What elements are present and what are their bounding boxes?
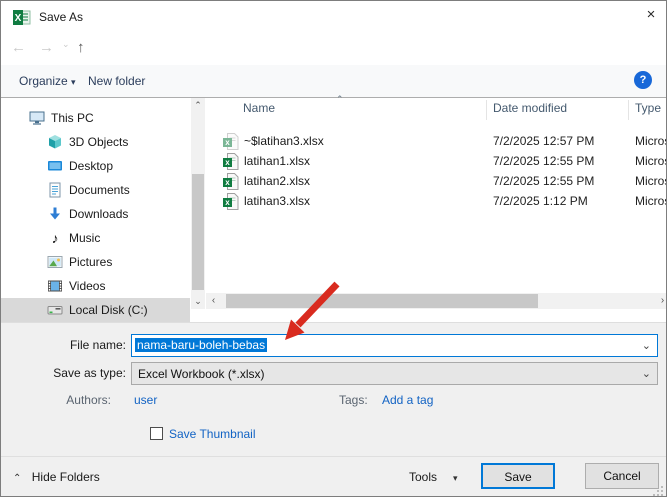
file-row-latihan2[interactable]: x latihan2.xlsx 7/2/2025 12:55 PM Micros bbox=[206, 171, 666, 193]
authors-label: Authors: bbox=[66, 393, 111, 407]
content-area: This PC 3D Objects Desktop Documents Dow… bbox=[1, 94, 666, 323]
footer-bar: ⌃ Hide Folders Tools ▾ Save Cancel bbox=[1, 456, 666, 496]
download-arrow-icon bbox=[47, 206, 63, 222]
sidebar-item-local-disk-c[interactable]: Local Disk (C:) bbox=[1, 298, 190, 322]
save-thumbnail-checkbox[interactable] bbox=[150, 427, 163, 440]
excel-file-icon: x bbox=[223, 133, 239, 153]
save-as-type-label: Save as type: bbox=[53, 366, 126, 380]
sidebar-item-3d-objects[interactable]: 3D Objects bbox=[1, 130, 190, 154]
save-thumbnail-label: Save Thumbnail bbox=[169, 427, 256, 441]
sort-ascending-icon[interactable]: ⌃ bbox=[336, 94, 344, 105]
hide-folders-caret-icon: ⌃ bbox=[13, 473, 22, 484]
resize-grip[interactable] bbox=[653, 486, 663, 496]
file-name-dropdown-icon[interactable]: ⌄ bbox=[642, 339, 651, 352]
scroll-down-icon[interactable]: ⌄ bbox=[191, 294, 205, 309]
excel-file-icon: x bbox=[223, 193, 239, 213]
film-icon bbox=[47, 278, 63, 294]
tags-label: Tags: bbox=[339, 393, 368, 407]
window-title: Save As bbox=[39, 10, 84, 24]
scroll-right-icon[interactable]: › bbox=[655, 293, 666, 309]
picture-icon bbox=[47, 254, 63, 270]
authors-value-link[interactable]: user bbox=[134, 393, 157, 407]
svg-text:x: x bbox=[225, 198, 230, 207]
forward-icon[interactable]: → bbox=[39, 39, 54, 56]
cancel-button[interactable]: Cancel bbox=[585, 463, 659, 489]
excel-app-icon: X bbox=[13, 8, 31, 29]
document-icon bbox=[47, 182, 63, 198]
scroll-left-icon[interactable]: ‹ bbox=[206, 293, 221, 309]
save-as-type-dropdown-icon[interactable]: ⌄ bbox=[642, 367, 651, 380]
horizontal-scrollbar-thumb[interactable] bbox=[226, 294, 538, 308]
back-icon[interactable]: ← bbox=[11, 39, 26, 56]
file-row-latihan3[interactable]: x latihan3.xlsx 7/2/2025 1:12 PM Micros bbox=[206, 191, 666, 213]
file-name-input[interactable]: nama-baru-boleh-bebas ⌄ bbox=[131, 334, 658, 357]
up-icon[interactable]: ↑ bbox=[77, 39, 85, 56]
file-name-value: nama-baru-boleh-bebas bbox=[135, 338, 268, 352]
column-divider[interactable] bbox=[628, 100, 629, 120]
svg-text:x: x bbox=[225, 138, 230, 147]
hide-folders-button[interactable]: ⌃ Hide Folders bbox=[13, 470, 100, 484]
sidebar-item-this-pc[interactable]: This PC bbox=[1, 106, 190, 130]
navigation-bar: ← → ⌄ ↑ « user › Documents › Latihan Exc… bbox=[1, 32, 666, 93]
column-divider[interactable] bbox=[486, 100, 487, 120]
file-row-latihan1[interactable]: x latihan1.xlsx 7/2/2025 12:55 PM Micros bbox=[206, 151, 666, 173]
recent-locations-icon[interactable]: ⌄ bbox=[62, 39, 70, 50]
sidebar-item-music[interactable]: ♪ Music bbox=[1, 226, 190, 250]
tools-button[interactable]: Tools bbox=[409, 470, 437, 484]
file-list-horizontal-scrollbar[interactable]: ‹ › bbox=[206, 293, 666, 309]
cube-icon bbox=[47, 134, 63, 150]
new-folder-button[interactable]: New folder bbox=[82, 65, 151, 97]
tools-caret-icon[interactable]: ▾ bbox=[453, 473, 458, 484]
title-bar: X Save As × bbox=[1, 1, 666, 32]
file-list-header: Name ⌃ Date modified Type bbox=[206, 94, 666, 122]
file-name-label: File name: bbox=[69, 338, 126, 352]
scroll-up-icon[interactable]: ⌃ bbox=[191, 98, 205, 113]
svg-text:x: x bbox=[225, 178, 230, 187]
help-icon[interactable]: ? bbox=[634, 71, 652, 89]
add-a-tag-link[interactable]: Add a tag bbox=[382, 393, 433, 407]
excel-file-icon: x bbox=[223, 153, 239, 173]
sidebar-item-downloads[interactable]: Downloads bbox=[1, 202, 190, 226]
close-icon[interactable]: × bbox=[639, 6, 663, 28]
file-row-temp-latihan3[interactable]: x ~$latihan3.xlsx 7/2/2025 12:57 PM Micr… bbox=[206, 131, 666, 153]
svg-text:x: x bbox=[225, 158, 230, 167]
sidebar-scrollbar-thumb[interactable] bbox=[192, 174, 204, 290]
sidebar-item-desktop[interactable]: Desktop bbox=[1, 154, 190, 178]
music-note-icon: ♪ bbox=[51, 230, 59, 246]
this-pc-icon bbox=[29, 110, 45, 126]
sidebar-item-pictures[interactable]: Pictures bbox=[1, 250, 190, 274]
organize-caret-icon: ▾ bbox=[71, 77, 76, 87]
column-header-name[interactable]: Name bbox=[243, 101, 275, 115]
sidebar-scrollbar[interactable]: ⌃ ⌄ bbox=[191, 98, 205, 309]
save-as-dialog: X Save As × ← → ⌄ ↑ « user › Documents ›… bbox=[0, 0, 667, 497]
save-button[interactable]: Save bbox=[481, 463, 555, 489]
column-header-type[interactable]: Type bbox=[635, 101, 661, 115]
command-toolbar: Organize ▾ New folder ▾ bbox=[1, 65, 666, 153]
excel-file-icon: x bbox=[223, 173, 239, 193]
save-as-type-select[interactable]: Excel Workbook (*.xlsx) ⌄ bbox=[131, 362, 658, 385]
organize-button[interactable]: Organize ▾ bbox=[13, 65, 82, 97]
disk-drive-icon bbox=[47, 302, 63, 318]
save-as-type-value: Excel Workbook (*.xlsx) bbox=[138, 367, 265, 381]
sidebar-item-documents[interactable]: Documents bbox=[1, 178, 190, 202]
desktop-icon bbox=[47, 158, 63, 174]
column-header-date-modified[interactable]: Date modified bbox=[493, 101, 567, 115]
svg-text:X: X bbox=[15, 13, 22, 24]
sidebar-item-videos[interactable]: Videos bbox=[1, 274, 190, 298]
